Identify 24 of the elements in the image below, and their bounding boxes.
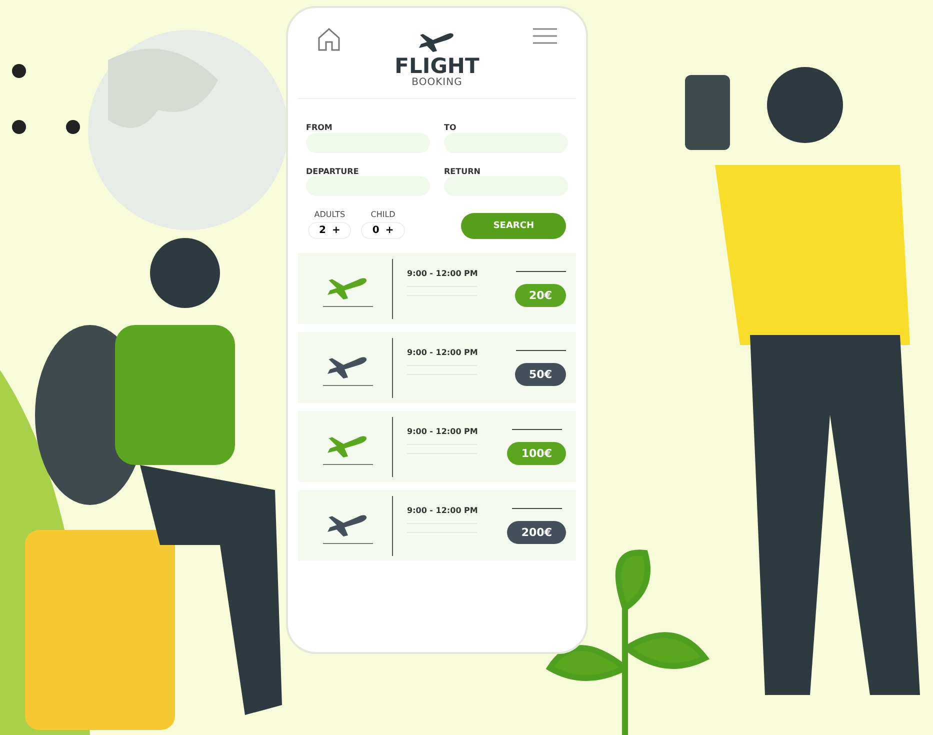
field-label: RETURN bbox=[444, 166, 482, 176]
flight-time: 9:00 - 12:00 PM bbox=[407, 427, 479, 436]
flight-time: 9:00 - 12:00 PM bbox=[407, 348, 479, 357]
counter-field[interactable]: 2 + bbox=[308, 222, 352, 239]
app-subtitle: BOOKING bbox=[412, 77, 462, 88]
flight-time: 9:00 - 12:00 PM bbox=[407, 506, 479, 515]
field-label: DEPARTURE bbox=[306, 166, 360, 176]
flight-card[interactable]: 9:00 - 12:00 PM 200€ bbox=[298, 490, 576, 561]
flight-time: 9:00 - 12:00 PM bbox=[407, 269, 479, 278]
menu-icon[interactable] bbox=[532, 26, 558, 46]
field-label: FROM bbox=[306, 123, 334, 132]
flight-card[interactable]: 9:00 - 12:00 PM 20€ bbox=[298, 253, 576, 324]
counter-label: ADULTS bbox=[314, 210, 346, 219]
app-title: FLIGHT bbox=[394, 56, 480, 77]
price-badge: 200€ bbox=[507, 520, 566, 544]
price-badge: 20€ bbox=[515, 284, 566, 306]
flight-card[interactable]: 9:00 - 12:00 PM 50€ bbox=[298, 332, 576, 403]
home-icon[interactable] bbox=[316, 26, 342, 52]
counter-label: CHILD bbox=[370, 210, 396, 219]
field-label: TO bbox=[444, 123, 458, 132]
counter-field[interactable]: 0 + bbox=[361, 222, 405, 239]
price-badge: 100€ bbox=[507, 442, 566, 464]
price-badge: 50€ bbox=[515, 362, 566, 386]
flight-card[interactable]: 9:00 - 12:00 PM 100€ bbox=[298, 411, 576, 482]
